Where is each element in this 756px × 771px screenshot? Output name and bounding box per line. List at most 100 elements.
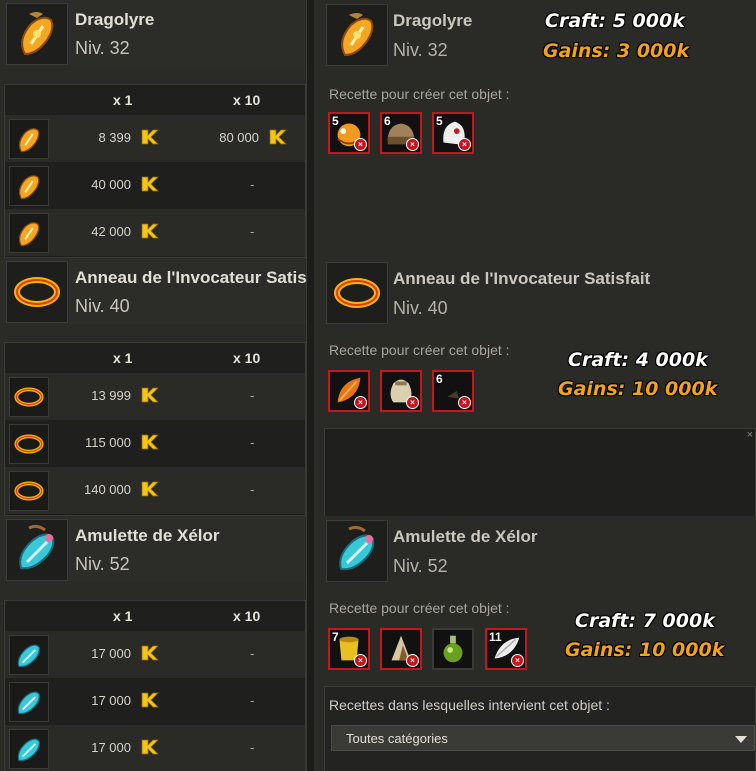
price-x10: - bbox=[250, 740, 255, 755]
ingredient-slot[interactable]: 5 × bbox=[328, 112, 370, 154]
blue-amulet-icon bbox=[9, 682, 49, 722]
ingredient-quantity: 6 bbox=[384, 114, 391, 128]
panel-divider bbox=[306, 0, 314, 258]
kama-icon bbox=[139, 174, 159, 199]
uses-panel: Recettes dans lesquelles intervient cet … bbox=[324, 686, 756, 771]
ingredient-slot[interactable]: × bbox=[328, 370, 370, 412]
price-x1: 17 000 bbox=[91, 740, 131, 755]
item-header[interactable]: Anneau de l'Invocateur Satisfait Niv. 40 bbox=[0, 258, 332, 324]
craft-cost: Craft: 5 000k bbox=[545, 10, 685, 32]
price-panel: Anneau de l'Invocateur Satisfait Niv. 40… bbox=[0, 258, 332, 516]
missing-icon: × bbox=[406, 138, 419, 151]
price-x10: - bbox=[250, 646, 255, 661]
column-x10-header: x 10 bbox=[233, 608, 261, 624]
ingredient-slot[interactable] bbox=[432, 628, 474, 670]
dragolyre-amulet-icon bbox=[9, 166, 49, 206]
dragolyre-amulet-icon bbox=[6, 3, 68, 65]
price-row[interactable]: 140 000 - bbox=[5, 467, 305, 514]
gold-ring-icon bbox=[9, 424, 49, 464]
price-x10: - bbox=[250, 482, 255, 497]
ingredient-slot[interactable]: 7 × bbox=[328, 628, 370, 670]
price-row[interactable]: 17 000 - bbox=[5, 631, 305, 678]
ingredient-slot[interactable]: 11 × bbox=[485, 628, 527, 670]
recipe-label: Recette pour créer cet objet : bbox=[329, 600, 510, 616]
price-row[interactable]: 17 000 - bbox=[5, 678, 305, 725]
recipe-panel: Amulette de Xélor Niv. 52 Recette pour c… bbox=[314, 516, 756, 771]
gold-ring-icon bbox=[9, 471, 49, 511]
recipe-label: Recette pour créer cet objet : bbox=[329, 342, 510, 358]
price-x10: - bbox=[250, 177, 255, 192]
craft-cost: Craft: 7 000k bbox=[575, 610, 715, 632]
missing-icon: × bbox=[458, 396, 471, 409]
item-level: Niv. 40 bbox=[75, 296, 130, 316]
missing-icon: × bbox=[406, 396, 419, 409]
item-header[interactable]: Dragolyre Niv. 32 bbox=[0, 0, 306, 66]
column-x1-header: x 1 bbox=[113, 350, 133, 366]
price-row[interactable]: 42 000 - bbox=[5, 209, 305, 256]
price-table: x 1 x 10 13 999 - 115 000 - 140 000 - bbox=[4, 342, 306, 516]
price-x1: 115 000 bbox=[84, 435, 131, 450]
price-row[interactable]: 17 000 - bbox=[5, 725, 305, 771]
missing-icon: × bbox=[354, 138, 367, 151]
kama-icon bbox=[139, 643, 159, 668]
item-level: Niv. 32 bbox=[393, 40, 448, 60]
item-name: Amulette de Xélor bbox=[393, 527, 538, 546]
ingredient-quantity: 7 bbox=[332, 630, 339, 644]
price-x10: 80 000 bbox=[219, 130, 259, 145]
ingredient-slot[interactable]: 6 × bbox=[432, 370, 474, 412]
price-row[interactable]: 115 000 - bbox=[5, 420, 305, 467]
dragolyre-amulet-icon bbox=[9, 119, 49, 159]
close-icon[interactable]: × bbox=[747, 429, 753, 441]
missing-icon: × bbox=[458, 138, 471, 151]
price-x1: 140 000 bbox=[84, 482, 131, 497]
item-level: Niv. 52 bbox=[393, 556, 448, 576]
ingredient-quantity: 5 bbox=[436, 114, 443, 128]
ingredient-slot[interactable]: 6 × bbox=[380, 112, 422, 154]
item-name: Anneau de l'Invocateur Satisfait bbox=[393, 269, 651, 288]
category-value: Toutes catégories bbox=[346, 731, 448, 746]
column-x10-header: x 10 bbox=[233, 92, 261, 108]
ingredient-quantity: 6 bbox=[436, 372, 443, 386]
item-name: Amulette de Xélor bbox=[75, 526, 220, 545]
item-name: Dragolyre bbox=[75, 10, 155, 29]
kama-icon bbox=[139, 690, 159, 715]
price-x1: 42 000 bbox=[91, 224, 131, 239]
price-x1: 17 000 bbox=[91, 646, 131, 661]
ingredient-slot[interactable]: 5 × bbox=[432, 112, 474, 154]
price-table: x 1 x 10 8 399 80 000 40 000 - 42 000 - bbox=[4, 84, 306, 258]
kama-icon bbox=[139, 432, 159, 457]
price-x1: 40 000 bbox=[91, 177, 131, 192]
ingredient-quantity: 5 bbox=[332, 114, 339, 128]
price-table-header: x 1 x 10 bbox=[5, 343, 305, 373]
price-x10: - bbox=[250, 388, 255, 403]
price-x1: 17 000 bbox=[91, 693, 131, 708]
category-select[interactable]: Toutes catégories bbox=[331, 725, 755, 751]
blue-amulet-icon bbox=[6, 519, 68, 581]
missing-icon: × bbox=[511, 654, 524, 667]
price-x10: - bbox=[250, 693, 255, 708]
kama-icon bbox=[139, 737, 159, 762]
kama-icon bbox=[139, 127, 159, 152]
item-section-dragolyre: Dragolyre Niv. 32 x 1 x 10 8 399 80 000 … bbox=[0, 0, 756, 258]
missing-icon: × bbox=[354, 396, 367, 409]
price-row[interactable]: 40 000 - bbox=[5, 162, 305, 209]
ingredient-slot[interactable]: × bbox=[380, 370, 422, 412]
price-row[interactable]: 8 399 80 000 bbox=[5, 115, 305, 162]
item-level: Niv. 52 bbox=[75, 554, 130, 574]
chevron-down-icon bbox=[734, 732, 748, 750]
gold-ring-icon bbox=[6, 261, 68, 323]
green-potion-icon bbox=[443, 635, 463, 663]
price-table-header: x 1 x 10 bbox=[5, 85, 305, 115]
price-row[interactable]: 13 999 - bbox=[5, 373, 305, 420]
dragolyre-amulet-icon bbox=[326, 4, 388, 66]
item-name: Anneau de l'Invocateur Satisfait bbox=[75, 268, 333, 287]
ingredient-slot[interactable]: × bbox=[380, 628, 422, 670]
kama-icon bbox=[139, 221, 159, 246]
column-x1-header: x 1 bbox=[113, 608, 133, 624]
dragolyre-amulet-icon bbox=[9, 213, 49, 253]
ingredient-quantity: 11 bbox=[489, 630, 502, 644]
item-header[interactable]: Amulette de Xélor Niv. 52 bbox=[0, 516, 306, 582]
price-panel: Dragolyre Niv. 32 x 1 x 10 8 399 80 000 … bbox=[0, 0, 306, 258]
kama-icon bbox=[139, 479, 159, 504]
blue-amulet-icon bbox=[9, 729, 49, 769]
